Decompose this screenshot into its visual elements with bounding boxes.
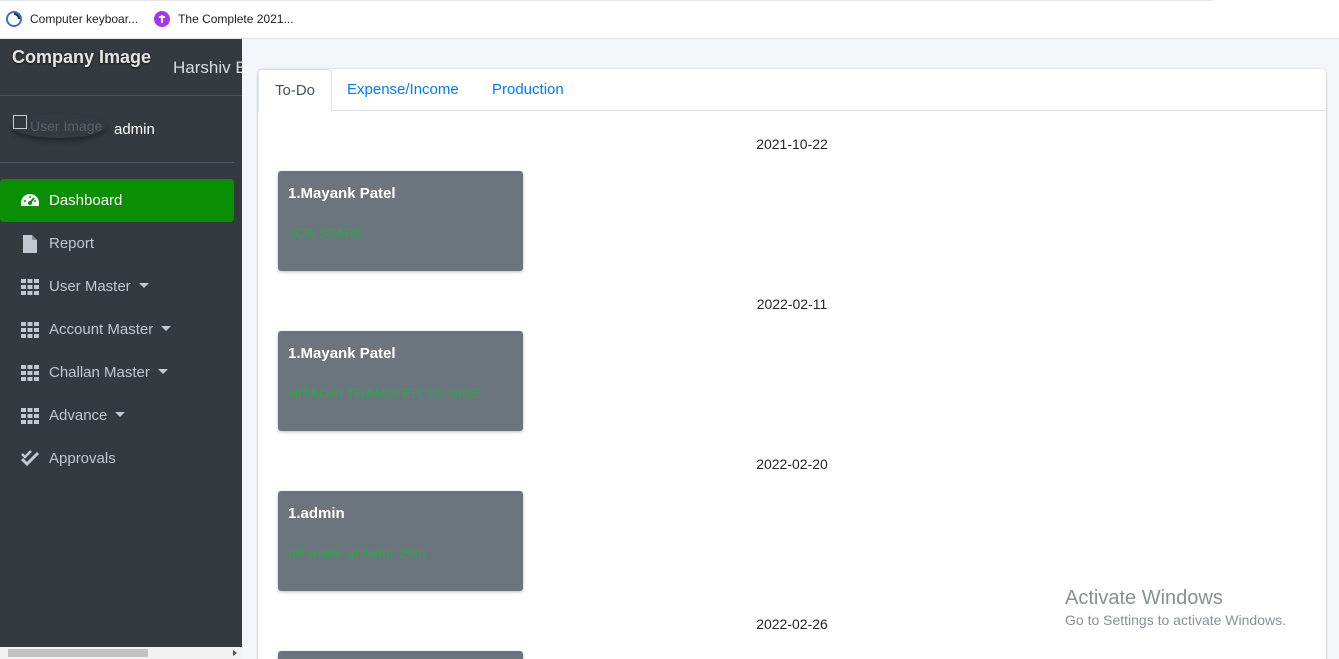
tab-production[interactable]: Production [476,69,580,111]
grid-icon [20,406,40,426]
todo-note: HITACHI TRANSFER TO SIDE [288,385,482,401]
todo-card[interactable] [278,651,523,659]
dashboard-card: To-Do Expense/Income Production 2021-10-… [258,69,1326,659]
sidebar-item-dashboard[interactable]: Dashboard [0,179,234,222]
grid-icon [20,320,40,340]
user-panel: User Image admin [0,96,242,163]
sidebar-nav: Dashboard Report User Master Account Mas… [0,179,242,480]
scrollbar-thumb[interactable] [8,649,148,657]
broken-image-icon [13,115,27,129]
brand-text: Harshiv E [173,58,242,77]
bookmark-label: The Complete 2021... [178,12,294,26]
windows-activation-watermark: Activate Windows Go to Settings to activ… [1065,587,1286,628]
todo-note: JCB START [288,225,363,241]
caret-down-icon [161,326,172,331]
bookmark-computer-keyboard[interactable]: Computer keyboar... [6,11,138,27]
todo-note: bill make at befor 25th [288,545,426,561]
sidebar: Company Image Harshiv E User Image admin… [0,39,242,659]
dashboard-icon [20,191,40,211]
user-name-link[interactable]: admin [114,121,155,138]
bookmark-label: Computer keyboar... [30,12,139,26]
company-logo: Company Image [12,47,152,67]
tab-bar: To-Do Expense/Income Production [258,69,1326,112]
grid-icon [20,277,40,297]
sidebar-item-label: Dashboard [49,192,123,209]
todo-name: 1.admin [288,505,345,522]
sidebar-item-label: Challan Master [49,364,150,381]
watermark-title: Activate Windows [1065,587,1223,609]
sidebar-item-challan-master[interactable]: Challan Master [0,351,242,394]
todo-date: 2021-10-22 [756,136,828,152]
sidebar-item-label: Report [49,235,95,252]
divider [0,162,234,163]
caret-down-icon [157,369,168,374]
purple-circle-icon [154,11,171,27]
bookmarks-bar: Computer keyboar... The Complete 2021... [0,0,1339,39]
sidebar-item-label: Advance [49,407,108,424]
sidebar-item-user-master[interactable]: User Master [0,265,242,308]
sidebar-item-account-master[interactable]: Account Master [0,308,242,351]
todo-date: 2022-02-11 [756,296,828,312]
caret-down-icon [115,412,126,417]
tab-expense-income[interactable]: Expense/Income [331,69,475,111]
todo-name: 1.Mayank Patel [288,185,396,202]
scroll-right-arrow-icon[interactable] [233,650,237,656]
todo-card[interactable]: 1.Mayank Patel HITACHI TRANSFER TO SIDE [278,331,523,431]
sidebar-item-label: Account Master [49,321,154,338]
caret-down-icon [138,283,149,288]
todo-name: 1.Mayank Patel [288,345,396,362]
file-icon [20,234,40,254]
sidebar-item-advance[interactable]: Advance [0,394,242,437]
horizontal-scrollbar[interactable] [0,647,242,659]
watermark-subtitle: Go to Settings to activate Windows. [1065,612,1286,628]
avatar: User Image [12,114,106,138]
sidebar-item-label: Approvals [49,450,116,467]
bookmark-complete-2021[interactable]: The Complete 2021... [154,11,293,27]
brand[interactable]: Company Image Harshiv E [0,39,242,96]
check-double-icon [20,449,40,469]
todo-date: 2022-02-20 [756,456,828,472]
avatar-alt-text: User Image [30,118,103,134]
blue-swirl-icon [6,11,22,27]
sidebar-item-report[interactable]: Report [0,222,242,265]
tab-to-do[interactable]: To-Do [258,69,333,112]
grid-icon [20,363,40,383]
todo-card[interactable]: 1.admin bill make at befor 25th [278,491,523,591]
sidebar-item-approvals[interactable]: Approvals [0,437,242,480]
todo-card[interactable]: 1.Mayank Patel JCB START [278,171,523,271]
sidebar-item-label: User Master [49,278,131,295]
